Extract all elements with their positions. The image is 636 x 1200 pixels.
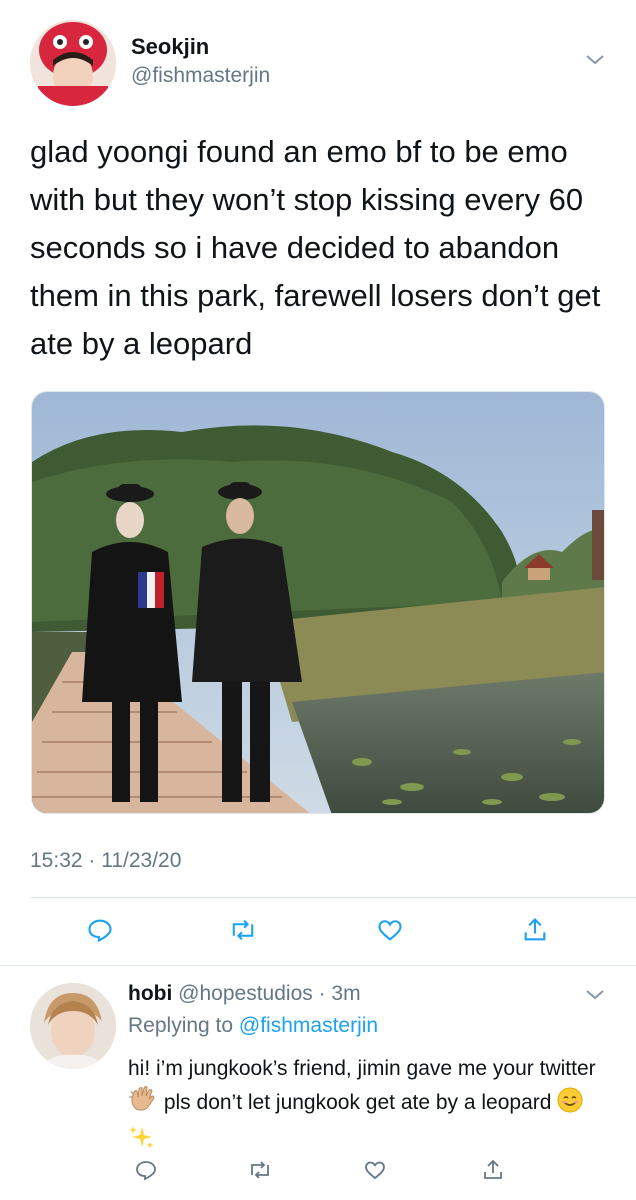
replying-prefix: Replying to <box>128 1014 239 1037</box>
like-icon[interactable] <box>357 1152 393 1188</box>
share-icon[interactable] <box>475 1152 511 1188</box>
reply-actions <box>0 1152 636 1188</box>
divider <box>30 897 636 898</box>
reply-text-part: pls don’t let jungkook get ate by a leop… <box>158 1091 558 1114</box>
retweet-icon[interactable] <box>225 912 261 948</box>
replying-to: Replying to @fishmasterjin <box>128 1014 378 1038</box>
reply-text-part: hi! i’m jungkook’s friend, jimin gave me… <box>128 1057 596 1080</box>
reply-author-name[interactable]: hobi <box>128 982 172 1005</box>
chevron-down-icon[interactable] <box>583 52 607 68</box>
replying-mention-link[interactable]: @fishmasterjin <box>239 1014 378 1037</box>
tweet-actions <box>0 912 636 952</box>
like-icon[interactable] <box>372 912 408 948</box>
reply-text: hi! i’m jungkook’s friend, jimin gave me… <box>128 1052 608 1160</box>
share-icon[interactable] <box>517 912 553 948</box>
reply-author-handle[interactable]: @hopestudios <box>178 982 313 1005</box>
tweet-author-handle[interactable]: @fishmasterjin <box>131 64 270 88</box>
divider <box>0 965 636 966</box>
reply-icon[interactable] <box>82 912 118 948</box>
retweet-icon[interactable] <box>242 1152 278 1188</box>
seokjin-avatar[interactable] <box>30 20 116 106</box>
reply-header: hobi @hopestudios · 3m <box>128 982 361 1006</box>
reply-icon[interactable] <box>128 1152 164 1188</box>
waving-hand-emoji <box>128 1085 158 1123</box>
reply-time-separator: · <box>312 982 332 1005</box>
tweet-text: glad yoongi found an emo bf to be emo wi… <box>30 134 601 361</box>
smiling-face-emoji <box>557 1087 583 1123</box>
tweet-photo[interactable] <box>31 391 605 814</box>
hobi-avatar[interactable] <box>30 983 116 1069</box>
chevron-down-icon[interactable] <box>583 987 607 1003</box>
main-tweet: Seokjin @fishmasterjin glad yoongi found… <box>0 0 636 965</box>
tweet-timestamp: 15:32 · 11/23/20 <box>30 849 182 872</box>
reply-time: 3m <box>331 982 361 1005</box>
tweet-author-name[interactable]: Seokjin <box>131 34 209 60</box>
